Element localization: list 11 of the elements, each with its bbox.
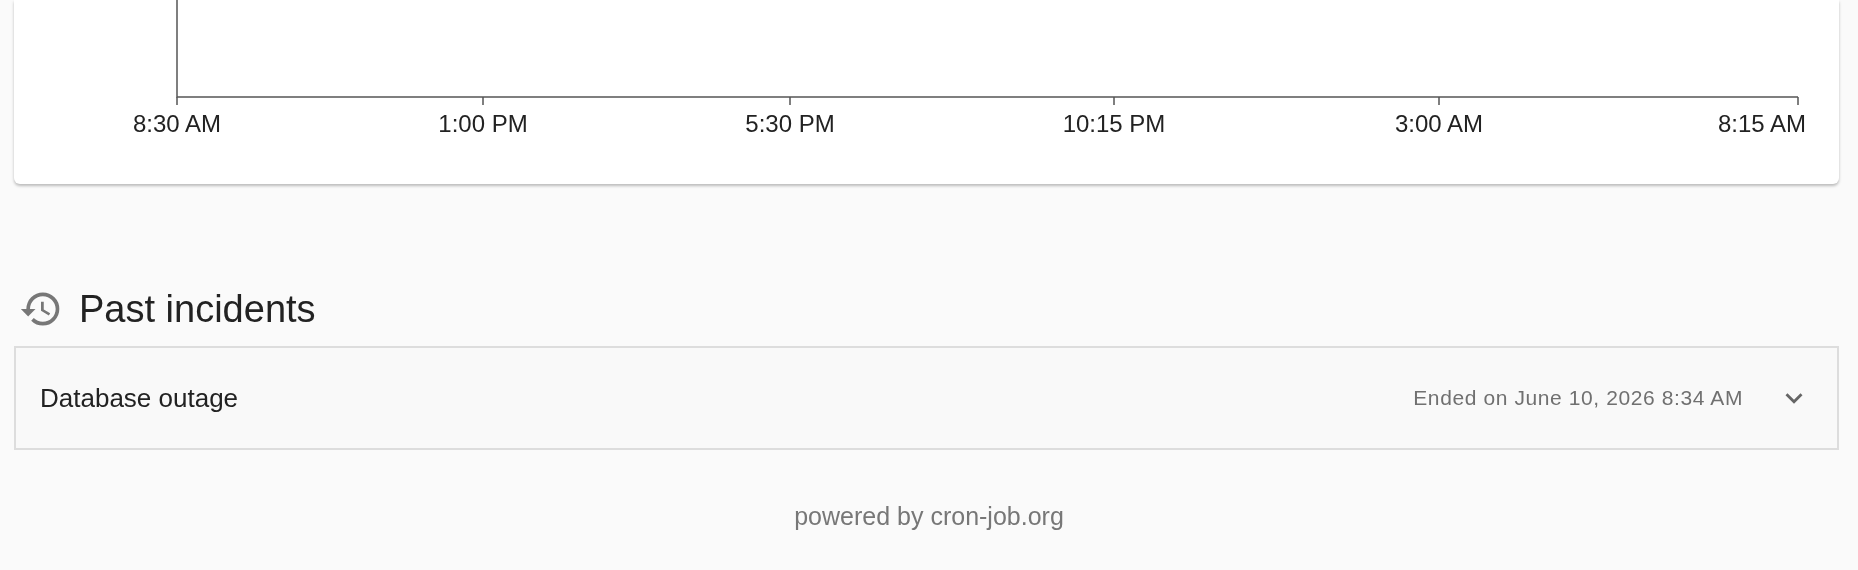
axis-tick-label: 5:30 PM (745, 110, 835, 137)
axis-tick-label: 10:15 PM (1062, 110, 1166, 137)
axis-tick-label: 8:15 AM (1717, 110, 1806, 137)
section-title: Past incidents (79, 287, 316, 331)
axis-tick-label: 1:00 PM (438, 110, 528, 137)
axis-tick-label: 3:00 AM (1394, 110, 1484, 137)
axis-tick-label: 8:30 AM (132, 110, 222, 137)
incident-panel[interactable]: Database outage Ended on June 10, 2026 8:34 AM (14, 346, 1839, 450)
footer-text: powered by cron-job.org (794, 502, 1064, 530)
incident-end-time: Ended on June 10, 2026 8:34 AM (1413, 386, 1743, 410)
incident-title: Database outage (40, 382, 240, 414)
